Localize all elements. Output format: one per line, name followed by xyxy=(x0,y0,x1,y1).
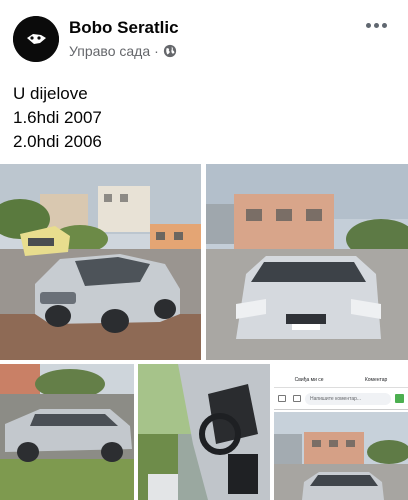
post-line: 2.0hdi 2006 xyxy=(13,132,102,151)
car-photo-image xyxy=(138,364,270,500)
photo-3[interactable] xyxy=(0,364,134,500)
car-photo-image xyxy=(274,412,408,500)
screenshot-tabs: Свиђа ми се Коментар xyxy=(274,372,408,388)
post-meta: Управо сада · xyxy=(69,43,177,59)
camera-icon xyxy=(293,395,301,402)
globe-icon[interactable] xyxy=(163,44,177,58)
camera-icon xyxy=(278,395,286,402)
post-timestamp[interactable]: Управо сада xyxy=(69,43,150,59)
more-options-button[interactable] xyxy=(364,14,390,36)
avatar-logo-icon xyxy=(13,16,59,62)
post-line: 1.6hdi 2007 xyxy=(13,108,102,127)
photo-1[interactable] xyxy=(0,164,201,360)
post-body: U dijelove 1.6hdi 2007 2.0hdi 2006 xyxy=(13,82,102,154)
car-photo-image xyxy=(0,364,134,500)
screenshot-comment-input: Напишите коментар... xyxy=(305,393,391,405)
meta-separator: · xyxy=(154,43,159,59)
author-name[interactable]: Bobo Seratlic xyxy=(69,18,179,38)
post-line: U dijelove xyxy=(13,84,88,103)
car-photo-image xyxy=(0,164,201,360)
screenshot-photo xyxy=(274,412,408,500)
screenshot-status-bar xyxy=(274,364,408,372)
avatar[interactable] xyxy=(13,16,59,62)
screenshot-comment-bar: Напишите коментар... xyxy=(274,388,408,410)
car-photo-image xyxy=(206,164,408,360)
photo-5[interactable]: Свиђа ми се Коментар Напишите коментар..… xyxy=(274,364,408,500)
post-header: Bobo Seratlic Управо сада · xyxy=(0,0,408,70)
screenshot-tab-left: Свиђа ми се xyxy=(294,376,324,383)
gallery-icon xyxy=(395,394,404,403)
photo-2[interactable] xyxy=(206,164,408,360)
screenshot-tab-right: Коментар xyxy=(364,376,388,383)
photo-4[interactable] xyxy=(138,364,270,500)
